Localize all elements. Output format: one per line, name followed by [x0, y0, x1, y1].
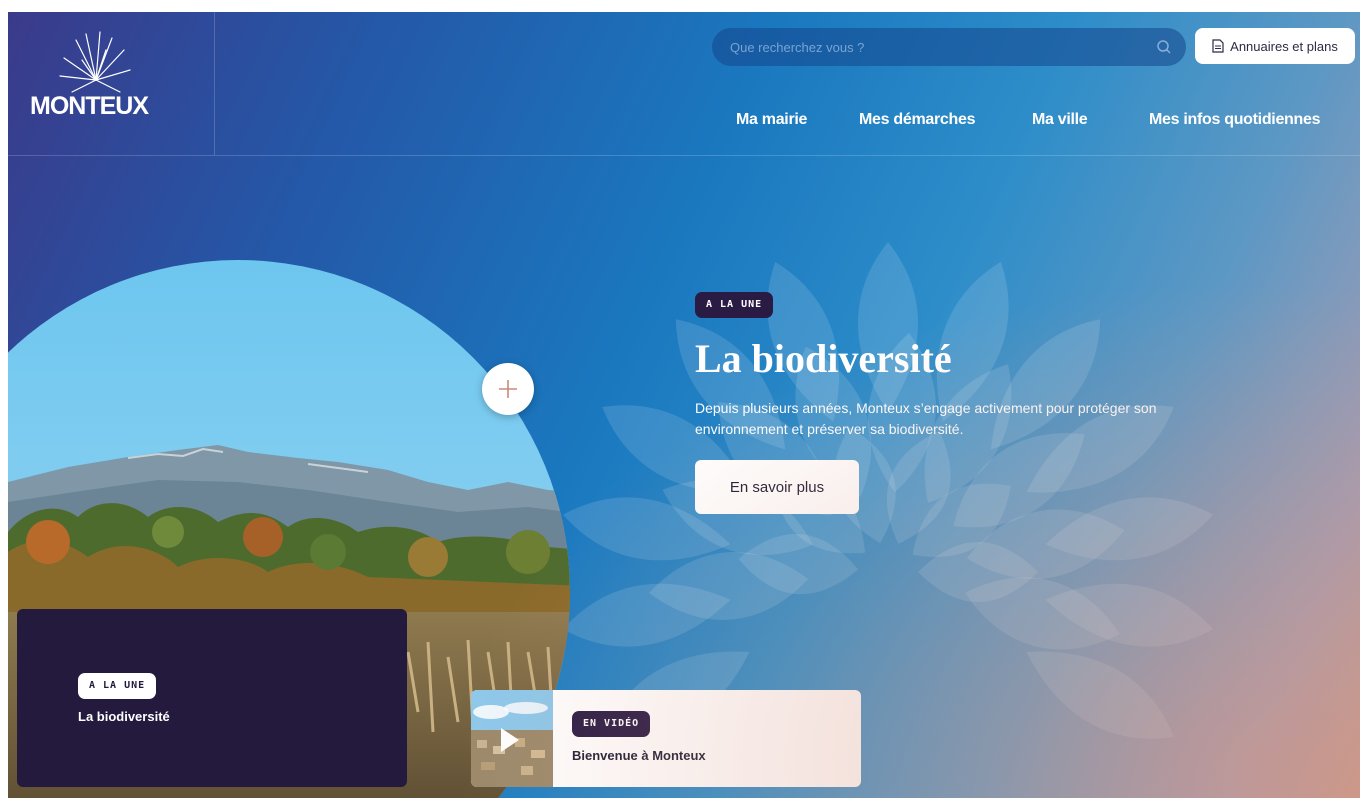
- logo-text: MONTEUX: [30, 92, 149, 120]
- plus-button[interactable]: [482, 363, 534, 415]
- nav-item-mes-infos-quotidiennes[interactable]: Mes infos quotidiennes: [1149, 111, 1321, 129]
- directories-button[interactable]: Annuaires et plans: [1195, 28, 1355, 64]
- video-title: Bienvenue à Monteux: [572, 748, 706, 763]
- search-input[interactable]: [730, 28, 1130, 66]
- nav-item-ma-ville[interactable]: Ma ville: [1032, 111, 1088, 129]
- hero-description: Depuis plusieurs années, Monteux s’engag…: [695, 400, 1157, 437]
- featured-card[interactable]: [17, 609, 407, 787]
- page-frame: MONTEUX Annuaires et plans Ma mairie Mes…: [8, 12, 1360, 798]
- logo-area[interactable]: MONTEUX: [8, 12, 215, 155]
- plus-icon: [499, 380, 517, 398]
- header-divider: [8, 155, 1360, 156]
- featured-card-title: La biodiversité: [78, 709, 170, 724]
- firework-logo-icon: [59, 31, 131, 93]
- nav-item-mes-demarches[interactable]: Mes démarches: [859, 111, 975, 129]
- learn-more-button[interactable]: En savoir plus: [695, 460, 859, 514]
- document-icon: [1212, 39, 1224, 53]
- search-bar[interactable]: [712, 28, 1186, 66]
- search-icon[interactable]: [1156, 39, 1172, 55]
- video-badge: EN VIDÉO: [572, 711, 651, 737]
- directories-label: Annuaires et plans: [1230, 38, 1338, 54]
- video-card[interactable]: EN VIDÉO Bienvenue à Monteux: [471, 690, 861, 787]
- hero-title: La biodiversité: [695, 336, 952, 381]
- hero-badge: A LA UNE: [695, 292, 774, 318]
- featured-card-badge: A LA UNE: [78, 673, 157, 699]
- video-thumbnail[interactable]: [471, 690, 553, 787]
- nav-item-ma-mairie[interactable]: Ma mairie: [736, 111, 807, 129]
